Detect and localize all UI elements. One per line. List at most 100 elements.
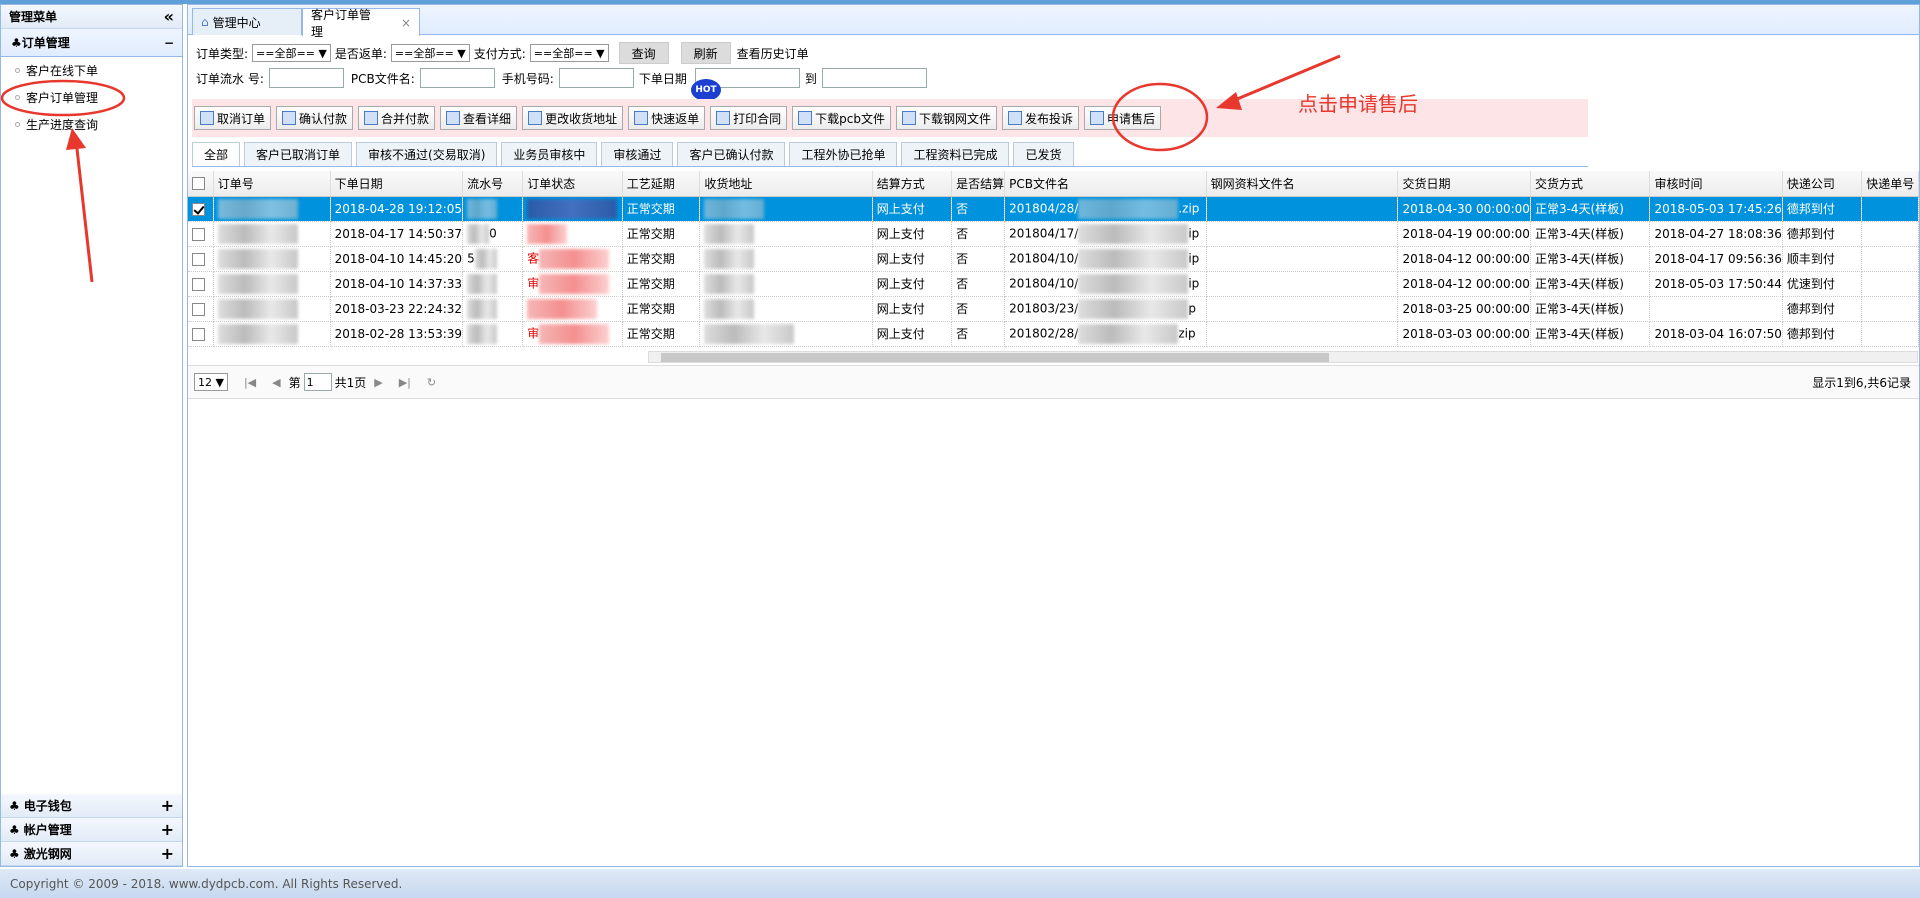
blurred-status bbox=[539, 273, 610, 294]
change-address-button[interactable]: 更改收货地址 bbox=[522, 106, 624, 130]
sidebar-bottom-groups: ♣ 电子钱包 + ♣ 帐户管理 + ♣ 激光钢网 + bbox=[1, 794, 182, 866]
bullet-icon bbox=[15, 68, 20, 73]
table-row[interactable]: 2018-04-28 19:12:05 正常交期 网上支付 否 201804/2… bbox=[188, 196, 1919, 222]
filter-tab-audit-failed[interactable]: 审核不通过(交易取消) bbox=[356, 142, 498, 166]
blurred-status bbox=[527, 298, 598, 319]
status-filter-tabs: 全部 客户已取消订单 审核不通过(交易取消) 业务员审核中 审核通过 客户已确认… bbox=[192, 141, 1588, 167]
filter-tab-shipped[interactable]: 已发货 bbox=[1013, 142, 1074, 166]
blurred-serial bbox=[467, 298, 498, 319]
prev-page-icon[interactable]: ◀ bbox=[272, 376, 280, 389]
filter-tab-sales-review[interactable]: 业务员审核中 bbox=[501, 142, 598, 166]
next-page-icon[interactable]: ▶ bbox=[374, 376, 382, 389]
col-header[interactable]: 结算方式 bbox=[872, 171, 953, 197]
complaint-button[interactable]: 发布投诉 bbox=[1001, 106, 1079, 130]
blurred-pcb-name bbox=[1078, 298, 1189, 319]
col-header[interactable]: PCB文件名 bbox=[1004, 171, 1207, 197]
row-checkbox[interactable] bbox=[192, 252, 205, 266]
blurred-status bbox=[539, 323, 610, 344]
menu-group-wallet[interactable]: ♣ 电子钱包 + bbox=[1, 794, 182, 818]
scrollbar-thumb[interactable] bbox=[661, 353, 1329, 362]
download-pcb-button[interactable]: 下载pcb文件 bbox=[792, 106, 891, 130]
select-all-checkbox[interactable] bbox=[192, 177, 205, 191]
serial-number-input[interactable] bbox=[268, 68, 344, 88]
after-sales-button[interactable]: 申请售后 bbox=[1083, 106, 1161, 130]
page-number-input[interactable]: 1 bbox=[303, 373, 332, 391]
tab-customer-orders[interactable]: 客户订单管理 × bbox=[302, 8, 420, 39]
page-size-select[interactable]: 12 ▼ bbox=[194, 373, 228, 391]
table-row[interactable]: 2018-04-10 14:37:33 审 正常交期 网上支付 否 201804… bbox=[188, 271, 1919, 297]
filter-tab-approved[interactable]: 审核通过 bbox=[601, 142, 674, 166]
date-to-input[interactable] bbox=[821, 68, 927, 88]
sidebar-item-online-order[interactable]: 客户在线下单 bbox=[1, 57, 182, 84]
horizontal-scrollbar[interactable] bbox=[648, 351, 1918, 363]
blurred-pcb-name bbox=[1078, 198, 1179, 219]
pcb-filename-input[interactable] bbox=[419, 68, 495, 88]
table-row[interactable]: 2018-04-10 14:45:20 5 客 正常交期 网上支付 否 2018… bbox=[188, 246, 1919, 272]
table-row[interactable]: 2018-04-17 14:50:37 0 正常交期 网上支付 否 201804… bbox=[188, 221, 1919, 247]
row-checkbox[interactable] bbox=[192, 302, 205, 316]
col-header[interactable]: 交货日期 bbox=[1397, 171, 1531, 197]
refresh-icon[interactable]: ↻ bbox=[427, 376, 436, 389]
row-checkbox[interactable] bbox=[192, 327, 205, 341]
tab-management-center[interactable]: ⌂ 管理中心 bbox=[192, 8, 302, 35]
plus-icon[interactable]: + bbox=[161, 797, 174, 814]
pagination-bar: 12 ▼ |◀ ◀ 第 1 共1页 ▶ ▶| ↻ 显示1到6,共6记录 bbox=[188, 365, 1919, 399]
order-type-select[interactable]: ==全部== ▼ bbox=[252, 44, 331, 62]
col-header[interactable]: 流水号 bbox=[462, 171, 524, 197]
col-header[interactable]: 审核时间 bbox=[1649, 171, 1783, 197]
query-button[interactable]: 查询 bbox=[618, 42, 669, 64]
menu-group-order[interactable]: ♣订单管理 − bbox=[1, 29, 182, 57]
col-header[interactable]: 订单号 bbox=[213, 171, 331, 197]
check-icon bbox=[1089, 111, 1104, 125]
first-page-icon[interactable]: |◀ bbox=[244, 376, 256, 389]
print-contract-button[interactable]: 打印合同 bbox=[710, 106, 788, 130]
col-header[interactable]: 是否结算 bbox=[951, 171, 1006, 197]
confirm-payment-button[interactable]: 确认付款 bbox=[276, 106, 354, 130]
plus-icon[interactable]: + bbox=[161, 845, 174, 862]
filter-tab-outsourced[interactable]: 工程外协已抢单 bbox=[789, 142, 898, 166]
leaf-icon: ♣ bbox=[9, 822, 20, 837]
col-header[interactable]: 交货方式 bbox=[1530, 171, 1651, 197]
sidebar-item-order-management[interactable]: 客户订单管理 bbox=[1, 84, 182, 111]
blurred-serial bbox=[467, 273, 498, 294]
sidebar-item-production-progress[interactable]: 生产进度查询 bbox=[1, 111, 182, 138]
cancel-order-button[interactable]: 取消订单 bbox=[194, 106, 272, 130]
download-stencil-button[interactable]: 下载钢网文件 bbox=[895, 106, 997, 130]
collapse-sidebar-icon[interactable]: « bbox=[164, 8, 174, 25]
filter-tab-paid[interactable]: 客户已确认付款 bbox=[677, 142, 786, 166]
blurred-serial bbox=[467, 323, 498, 344]
return-order-select[interactable]: ==全部== ▼ bbox=[390, 44, 470, 62]
col-header[interactable]: 快递单号 bbox=[1861, 171, 1919, 197]
filter-tab-all[interactable]: 全部 bbox=[192, 142, 241, 166]
row-checkbox[interactable] bbox=[192, 227, 205, 241]
col-header[interactable]: 工艺延期 bbox=[622, 171, 701, 197]
history-orders-link[interactable]: 查看历史订单 bbox=[737, 45, 809, 62]
view-detail-button[interactable]: 查看详细 bbox=[440, 106, 518, 130]
phone-input[interactable] bbox=[558, 68, 634, 88]
col-header[interactable]: 下单日期 bbox=[330, 171, 464, 197]
filter-tab-cancelled[interactable]: 客户已取消订单 bbox=[244, 142, 353, 166]
close-tab-icon[interactable]: × bbox=[401, 16, 411, 30]
blurred-order-id bbox=[217, 223, 298, 244]
row-checkbox[interactable] bbox=[192, 277, 205, 291]
row-checkbox[interactable] bbox=[192, 202, 205, 216]
menu-group-laser-stencil[interactable]: ♣ 激光钢网 + bbox=[1, 842, 182, 866]
filter-tab-engineering-done[interactable]: 工程资料已完成 bbox=[901, 142, 1010, 166]
minus-icon[interactable]: − bbox=[164, 36, 174, 50]
plus-icon[interactable]: + bbox=[161, 821, 174, 838]
last-page-icon[interactable]: ▶| bbox=[399, 376, 411, 389]
payment-method-select[interactable]: ==全部== ▼ bbox=[529, 44, 609, 62]
col-header[interactable]: 订单状态 bbox=[522, 171, 623, 197]
quick-reorder-button[interactable]: 快速返单 bbox=[628, 106, 706, 130]
hot-badge: HOT bbox=[691, 79, 721, 101]
table-row[interactable]: 2018-02-28 13:53:39 审 正常交期 网上支付 否 201802… bbox=[188, 321, 1919, 347]
merge-payment-button[interactable]: 合并付款 bbox=[358, 106, 436, 130]
col-header[interactable]: 收货地址 bbox=[699, 171, 873, 197]
col-header[interactable]: 钢网资料文件名 bbox=[1206, 171, 1399, 197]
col-header[interactable]: 快递公司 bbox=[1782, 171, 1863, 197]
download-icon bbox=[901, 111, 916, 125]
blurred-serial bbox=[467, 198, 498, 219]
refresh-button[interactable]: 刷新 bbox=[680, 42, 731, 64]
table-row[interactable]: 2018-03-23 22:24:32 正常交期 网上支付 否 201803/2… bbox=[188, 296, 1919, 322]
menu-group-account[interactable]: ♣ 帐户管理 + bbox=[1, 818, 182, 842]
